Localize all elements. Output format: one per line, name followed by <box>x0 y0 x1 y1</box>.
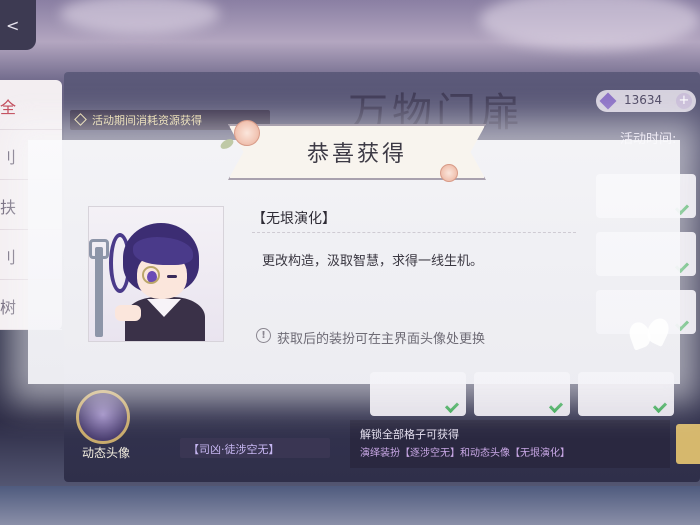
back-button[interactable]: < <box>0 0 36 50</box>
avatar[interactable] <box>76 390 130 444</box>
side-nav-item[interactable]: 全 <box>0 80 62 130</box>
item-description: 更改构造，汲取智慧，求得一线生机。 <box>262 254 484 269</box>
check-icon <box>548 398 564 414</box>
currency-display: 13634 + <box>596 90 696 112</box>
item-note: 获取后的装扮可在主界面头像处更换 <box>277 332 486 347</box>
item-portrait <box>88 206 224 342</box>
diamond-icon <box>74 113 87 126</box>
rose-icon <box>234 120 260 146</box>
add-currency-button[interactable]: + <box>676 93 692 109</box>
check-icon <box>444 398 460 414</box>
background-sea <box>0 486 700 525</box>
warning-icon: ! <box>256 328 271 343</box>
item-name: 【无垠演化】 <box>252 211 336 227</box>
currency-amount: 13634 <box>624 93 663 107</box>
divider <box>252 232 576 233</box>
gem-icon <box>599 92 617 110</box>
butterfly-icon <box>626 314 674 358</box>
claim-button[interactable] <box>676 424 700 464</box>
avatar-label: 动态头像 <box>82 446 131 460</box>
rose-icon <box>440 164 458 182</box>
back-icon: < <box>6 16 20 35</box>
monocle-icon <box>142 266 160 284</box>
unlock-info: 解锁全部格子可获得 演绎装扮【逐涉空无】和动态头像【无垠演化】 <box>350 420 670 468</box>
check-icon <box>652 398 668 414</box>
avatar-name-pill[interactable]: 【司凶·徒涉空无】 <box>180 438 330 458</box>
